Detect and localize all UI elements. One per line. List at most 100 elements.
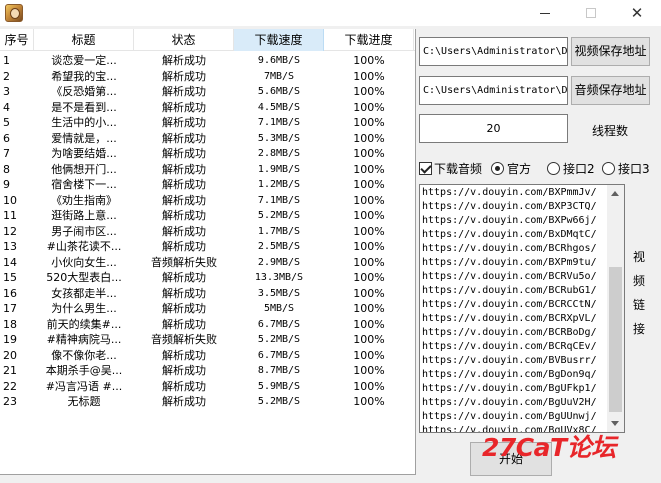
cell-speed: 1.2MB/S bbox=[257, 179, 301, 190]
cell-status: 解析成功 bbox=[162, 379, 206, 393]
cell-progress: 100% bbox=[353, 209, 385, 222]
cell-progress: 100% bbox=[353, 379, 385, 393]
audio-path-input[interactable]: C:\Users\Administrator\De bbox=[419, 76, 568, 105]
minimize-button[interactable] bbox=[522, 0, 568, 26]
cell-progress: 100% bbox=[353, 333, 385, 346]
links-scrollbar[interactable] bbox=[607, 185, 624, 432]
cell-index: 19 bbox=[3, 333, 17, 346]
cell-status: 解析成功 bbox=[162, 348, 206, 362]
link-line: https://v.douyin.com/BXP3CTQ/ bbox=[422, 201, 597, 212]
table-row[interactable]: 19 #精神病院马... 音频解析失败 5.2MB/S 100% bbox=[0, 332, 415, 348]
table-row[interactable]: 4 是不是看到... 解析成功 4.5MB/S 100% bbox=[0, 100, 415, 116]
label-char: 视 bbox=[632, 250, 645, 264]
cell-index: 6 bbox=[3, 131, 10, 145]
cell-speed: 5MB/S bbox=[263, 303, 295, 314]
header-index[interactable]: 序号 bbox=[0, 29, 34, 51]
table-row[interactable]: 21 本期杀手@吴... 解析成功 8.7MB/S 100% bbox=[0, 363, 415, 379]
link-line: https://v.douyin.com/BgUuV2H/ bbox=[422, 397, 597, 408]
maximize-button[interactable] bbox=[568, 0, 614, 26]
cell-progress: 100% bbox=[353, 255, 385, 269]
table-row[interactable]: 3 《反恐婚第... 解析成功 5.6MB/S 100% bbox=[0, 84, 415, 100]
cell-speed: 9.6MB/S bbox=[257, 55, 301, 66]
table-row[interactable]: 5 生活中的小... 解析成功 7.1MB/S 100% bbox=[0, 115, 415, 131]
cell-speed: 6.7MB/S bbox=[257, 318, 301, 330]
radio-api2[interactable]: 接口2 bbox=[547, 160, 595, 176]
cell-status: 解析成功 bbox=[162, 302, 206, 315]
table-row[interactable]: 1 谈恋爱一定... 解析成功 9.6MB/S 100% bbox=[0, 53, 415, 69]
cell-speed: 2.8MB/S bbox=[257, 148, 301, 159]
radio-empty-icon bbox=[547, 161, 560, 175]
header-speed[interactable]: 下载速度 bbox=[234, 29, 324, 51]
cell-status: 解析成功 bbox=[162, 286, 206, 300]
table-row[interactable]: 20 像不像你老... 解析成功 6.7MB/S 100% bbox=[0, 348, 415, 364]
cell-status: 解析成功 bbox=[162, 147, 206, 160]
audio-save-path-button[interactable]: 音频保存地址 bbox=[571, 76, 650, 105]
table-row[interactable]: 7 为啥要结婚... 解析成功 2.8MB/S 100% bbox=[0, 146, 415, 162]
radio-api3[interactable]: 接口3 bbox=[602, 160, 650, 176]
label-char: 频 bbox=[632, 274, 645, 288]
cell-speed: 5.6MB/S bbox=[257, 86, 301, 97]
table-row[interactable]: 14 小伙向女生... 音频解析失败 2.9MB/S 100% bbox=[0, 255, 415, 271]
cell-speed: 7.1MB/S bbox=[257, 194, 301, 206]
cell-index: 1 bbox=[3, 54, 10, 67]
cell-title: 本期杀手@吴... bbox=[45, 364, 123, 377]
link-line: https://v.douyin.com/BXPmmJv/ bbox=[422, 187, 597, 198]
table-row[interactable]: 13 #山茶花读不... 解析成功 2.5MB/S 100% bbox=[0, 239, 415, 255]
link-line: https://v.douyin.com/BXPm9tu/ bbox=[422, 257, 597, 268]
cell-progress: 100% bbox=[353, 69, 385, 83]
table-row[interactable]: 6 爱情就是，... 解析成功 5.3MB/S 100% bbox=[0, 131, 415, 147]
table-row[interactable]: 17 为什么男生... 解析成功 5MB/S 100% bbox=[0, 301, 415, 317]
table-row[interactable]: 16 女孩都走半... 解析成功 3.5MB/S 100% bbox=[0, 286, 415, 302]
scroll-thumb[interactable] bbox=[609, 267, 622, 412]
cell-index: 5 bbox=[3, 116, 10, 129]
table-row[interactable]: 9 宿舍楼下一... 解析成功 1.2MB/S 100% bbox=[0, 177, 415, 193]
cell-progress: 100% bbox=[353, 364, 385, 377]
table-row[interactable]: 2 希望我的宝... 解析成功 7MB/S 100% bbox=[0, 69, 415, 85]
header-status[interactable]: 状态 bbox=[134, 29, 234, 51]
thread-count-input[interactable]: 20 bbox=[419, 114, 568, 143]
download-table[interactable]: 序号 标题 状态 下载速度 下载进度 1 谈恋爱一定... 解析成功 9.6MB/S 1… bbox=[0, 29, 416, 475]
cell-status: 解析成功 bbox=[162, 317, 206, 331]
close-button[interactable]: ✕ bbox=[614, 0, 660, 26]
cell-index: 22 bbox=[3, 379, 17, 393]
header-progress[interactable]: 下载进度 bbox=[324, 29, 414, 51]
header-title[interactable]: 标题 bbox=[34, 29, 134, 51]
watermark-suffix: 论坛 bbox=[566, 433, 617, 462]
cell-title: 像不像你老... bbox=[51, 348, 117, 362]
cell-index: 12 bbox=[3, 224, 17, 238]
table-row[interactable]: 10 《劝生指南》 解析成功 7.1MB/S 100% bbox=[0, 193, 415, 209]
table-row[interactable]: 18 前天的续集#... 解析成功 6.7MB/S 100% bbox=[0, 317, 415, 333]
cell-title: 谈恋爱一定... bbox=[51, 54, 117, 67]
cell-index: 11 bbox=[3, 209, 17, 222]
cell-progress: 100% bbox=[353, 395, 385, 408]
table-row[interactable]: 8 他俩想开门... 解析成功 1.9MB/S 100% bbox=[0, 162, 415, 178]
cell-index: 18 bbox=[3, 317, 17, 331]
video-links-label: 视 频 链 接 bbox=[631, 245, 647, 341]
video-path-input[interactable]: C:\Users\Administrator\De bbox=[419, 37, 568, 66]
cell-progress: 100% bbox=[353, 317, 385, 331]
table-row[interactable]: 22 #冯言冯语 #... 解析成功 5.9MB/S 100% bbox=[0, 379, 415, 395]
table-row[interactable]: 15 520大型表白... 解析成功 13.3MB/S 100% bbox=[0, 270, 415, 286]
download-audio-checkbox[interactable]: 下载音频 bbox=[419, 160, 482, 176]
cell-speed: 2.9MB/S bbox=[257, 256, 301, 268]
radio-selected-icon bbox=[491, 161, 504, 175]
cell-index: 4 bbox=[3, 100, 10, 114]
cell-title: #山茶花读不... bbox=[46, 240, 122, 253]
label-char: 链 bbox=[632, 298, 645, 312]
table-body: 1 谈恋爱一定... 解析成功 9.6MB/S 100% 2 希望我的宝... 解析成功 7MB… bbox=[0, 53, 415, 410]
radio-official[interactable]: 官方 bbox=[491, 160, 531, 176]
table-row[interactable]: 12 男子闹市区... 解析成功 1.7MB/S 100% bbox=[0, 224, 415, 240]
cell-speed: 5.2MB/S bbox=[257, 396, 301, 407]
video-save-path-button[interactable]: 视频保存地址 bbox=[571, 37, 650, 66]
table-row[interactable]: 23 无标题 解析成功 5.2MB/S 100% bbox=[0, 394, 415, 410]
cell-index: 14 bbox=[3, 255, 17, 269]
link-line: https://v.douyin.com/BCRubG1/ bbox=[422, 285, 597, 296]
cell-progress: 100% bbox=[353, 224, 385, 238]
table-row[interactable]: 11 逛街路上意... 解析成功 5.2MB/S 100% bbox=[0, 208, 415, 224]
scroll-up-arrow-icon[interactable] bbox=[611, 191, 619, 196]
cell-title: #精神病院马... bbox=[46, 333, 122, 346]
cell-status: 音频解析失败 bbox=[151, 255, 217, 269]
cell-index: 9 bbox=[3, 178, 10, 191]
video-links-textarea[interactable]: https://v.douyin.com/BXPmmJv/https://v.d… bbox=[419, 184, 625, 433]
scroll-down-arrow-icon[interactable] bbox=[611, 421, 619, 426]
